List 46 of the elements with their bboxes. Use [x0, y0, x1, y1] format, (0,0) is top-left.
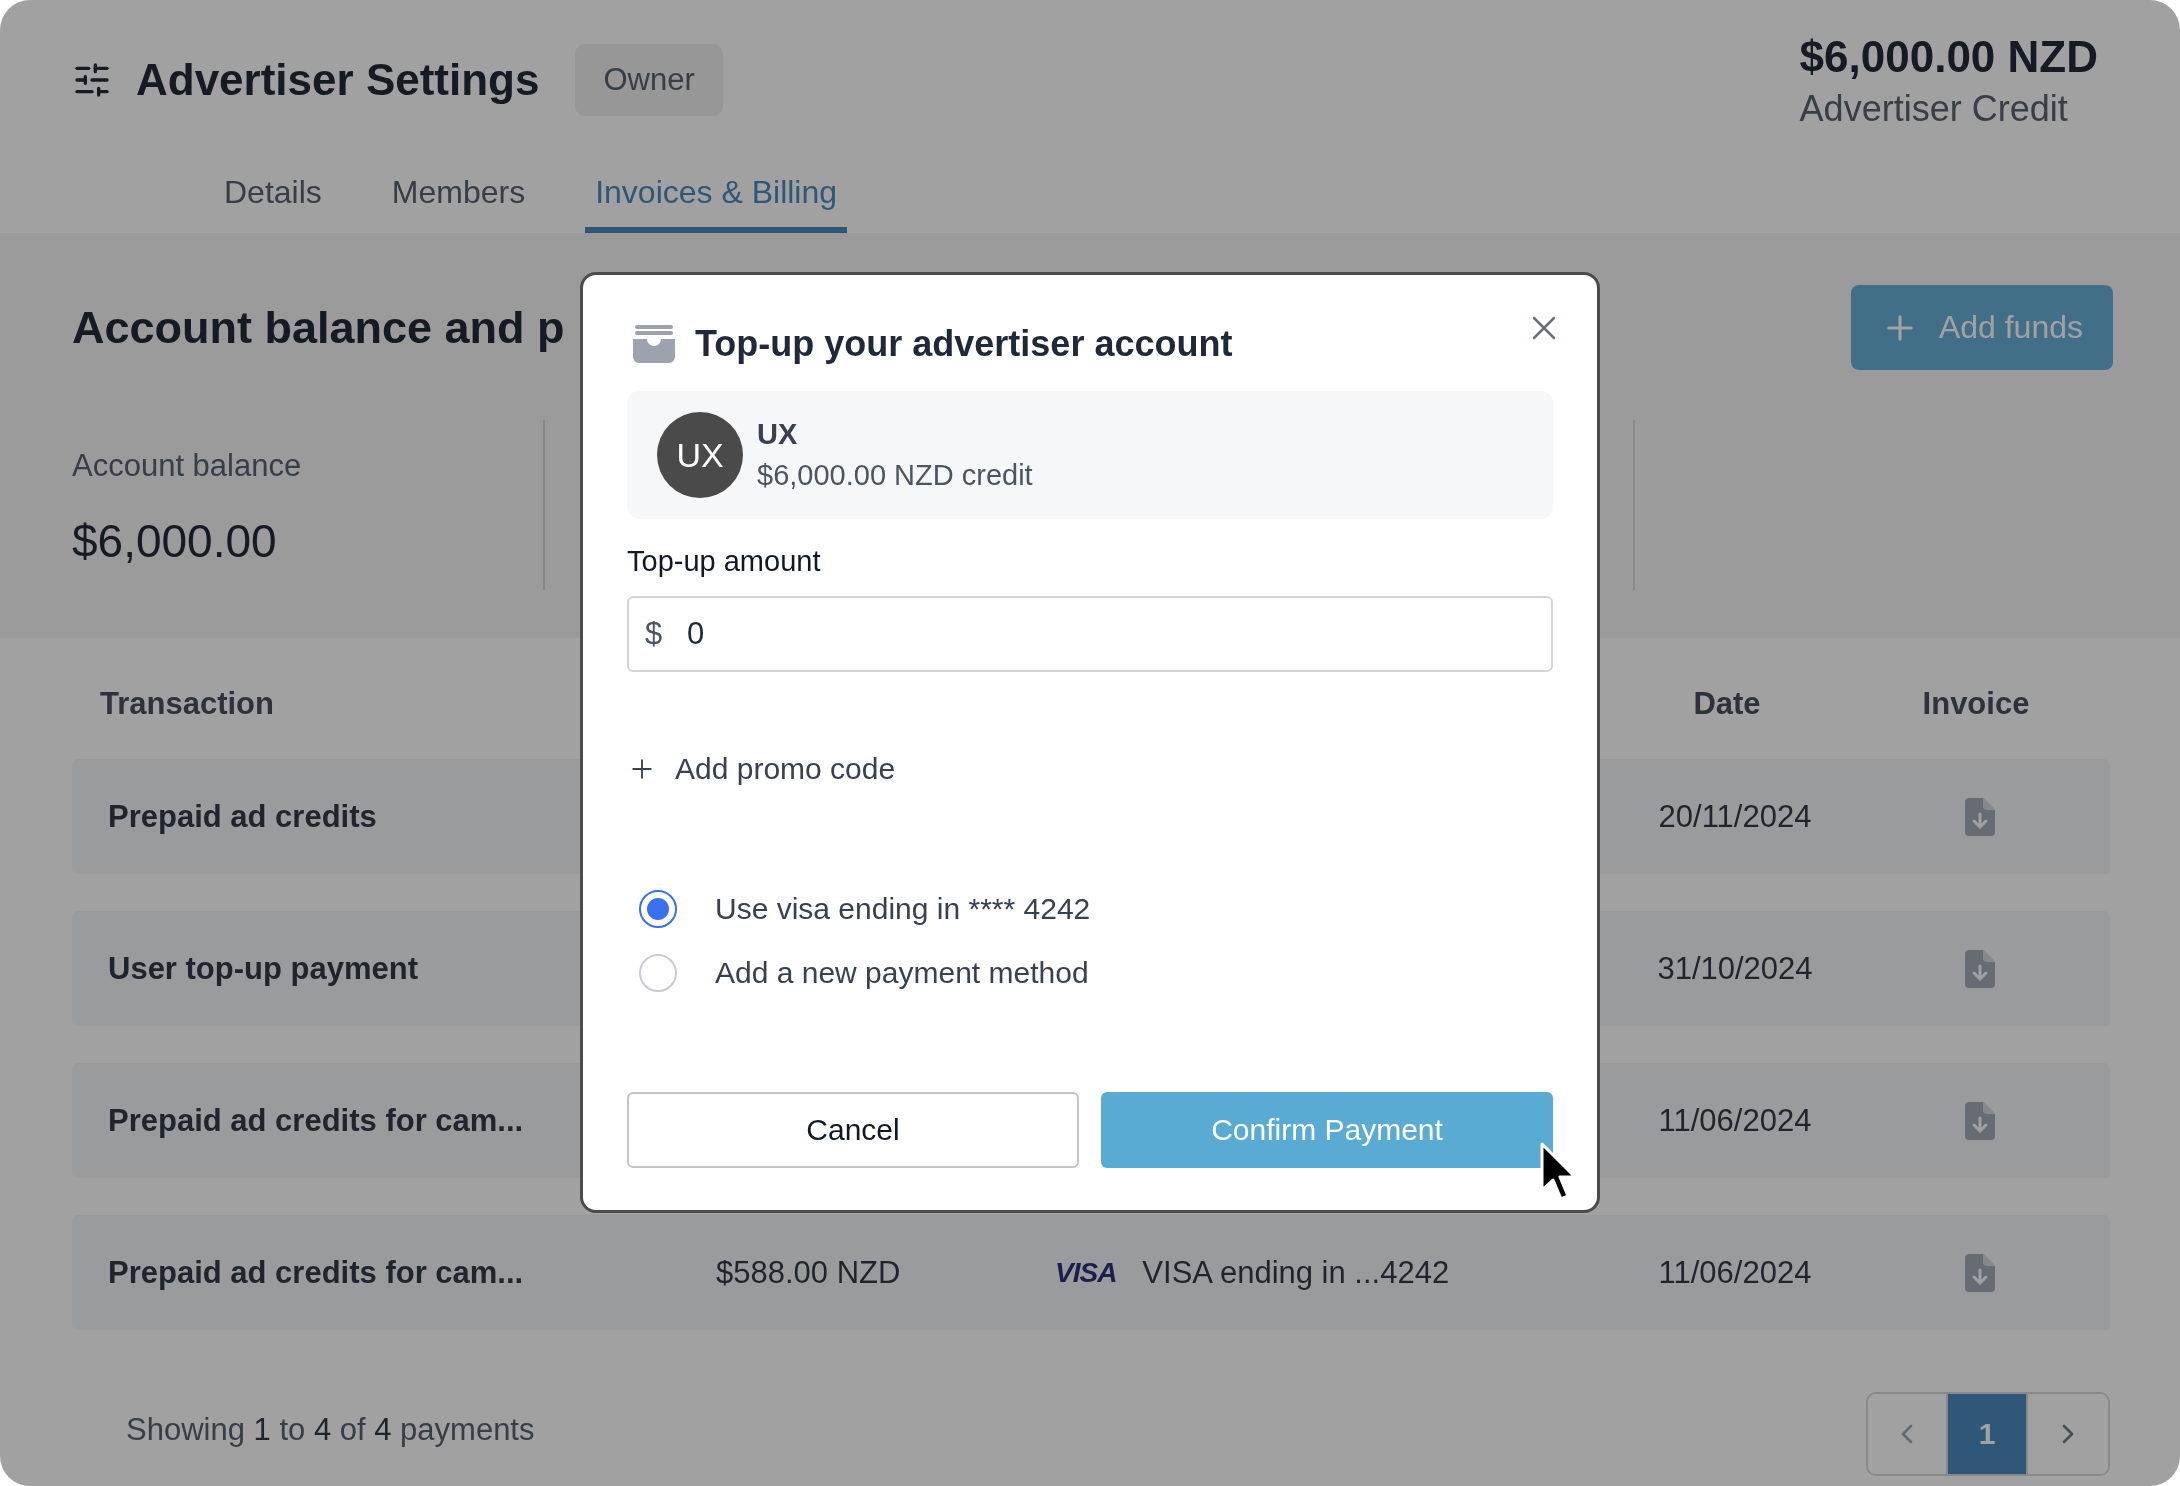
account-credit: $6,000.00 NZD credit: [757, 459, 1033, 492]
account-name: UX: [757, 418, 799, 451]
cancel-button[interactable]: Cancel: [627, 1092, 1079, 1168]
settings-sliders-icon: [72, 60, 112, 100]
file-download-icon[interactable]: [1965, 797, 1995, 836]
transaction-cell: Prepaid ad credits: [108, 798, 377, 835]
pagination-summary: Showing 1 to 4 of 4 payments: [126, 1412, 535, 1448]
option-label: Use visa ending in **** 4242: [715, 892, 1091, 926]
radio-button[interactable]: [639, 954, 677, 992]
file-download-icon[interactable]: [1965, 1253, 1995, 1292]
previous-page-button[interactable]: [1868, 1394, 1948, 1474]
tab[interactable]: Members: [381, 156, 536, 233]
confirm-payment-button[interactable]: Confirm Payment: [1101, 1092, 1553, 1168]
add-funds-button[interactable]: Add funds: [1850, 285, 2113, 370]
avatar: UX: [657, 412, 743, 498]
dialog-title: Top-up your advertiser account: [695, 323, 1233, 365]
transaction-cell: Prepaid ad credits for cam...: [108, 1102, 524, 1139]
option-label: Add a new payment method: [715, 956, 1089, 990]
credit-label: Advertiser Credit: [1799, 88, 2068, 130]
currency-symbol: $: [645, 616, 663, 652]
page-title: Advertiser Settings: [136, 55, 540, 105]
payment-method-cell: VISA ending in ...4242: [1142, 1254, 1450, 1291]
field-label: Top-up amount: [627, 545, 822, 578]
stat-label: Account balance: [72, 448, 303, 484]
radio-button[interactable]: [639, 890, 677, 928]
column-header: Date: [1692, 686, 1762, 722]
transaction-cell: Prepaid ad credits for cam...: [108, 1254, 524, 1291]
add-promo-code-link[interactable]: Add promo code: [627, 752, 896, 786]
credit-amount: $6,000.00 NZD: [1799, 32, 2098, 82]
column-header: Transaction: [100, 686, 275, 722]
file-download-icon[interactable]: [1965, 949, 1995, 988]
page-button[interactable]: 1: [1948, 1394, 2028, 1474]
card-brand-logo: VISA: [1055, 1256, 1117, 1289]
role-badge: Owner: [575, 44, 723, 116]
column-header: Invoice: [1921, 686, 2031, 722]
amount-cell: $588.00 NZD: [716, 1254, 901, 1291]
transaction-cell: User top-up payment: [108, 950, 419, 987]
date-cell: 11/06/2024: [1658, 1254, 1812, 1291]
wallet-icon: [633, 325, 675, 363]
date-cell: 11/06/2024: [1658, 1102, 1812, 1139]
date-cell: 20/11/2024: [1658, 798, 1812, 835]
tab[interactable]: Details: [214, 156, 332, 233]
file-download-icon[interactable]: [1965, 1101, 1995, 1140]
date-cell: 31/10/2024: [1657, 950, 1813, 987]
section-heading: Account balance and p: [72, 301, 565, 354]
stat-value: $6,000.00: [72, 514, 278, 568]
